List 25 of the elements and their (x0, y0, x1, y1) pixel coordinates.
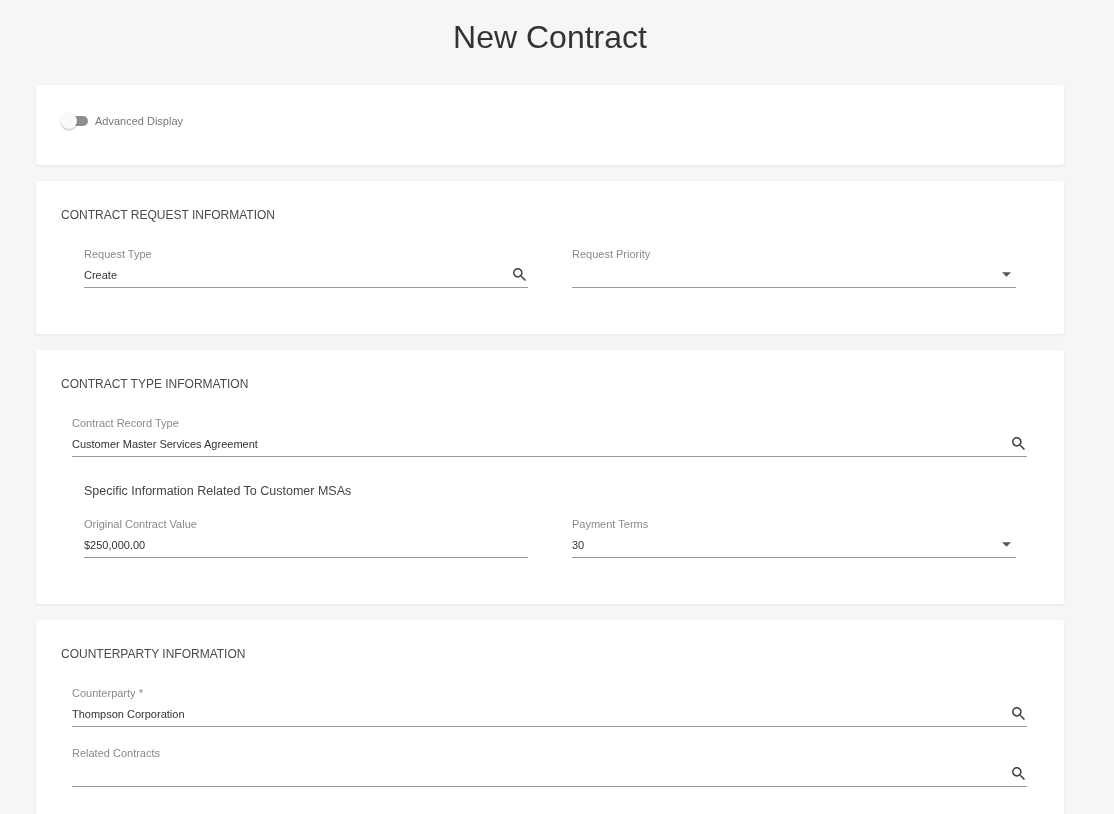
toggle-switch[interactable] (61, 113, 88, 129)
field-label: Request Type (84, 247, 152, 262)
lookup-field[interactable]: Customer Master Services Agreement (72, 431, 1027, 457)
field-label: Original Contract Value (84, 517, 197, 532)
search-icon[interactable] (1012, 767, 1025, 780)
field-label: Counterparty * (72, 686, 143, 701)
field-label: Request Priority (572, 247, 651, 262)
section-heading: CONTRACT REQUEST INFORMATION (61, 207, 276, 223)
search-icon[interactable] (1012, 707, 1025, 720)
search-icon[interactable] (513, 268, 526, 281)
page-title: New Contract (452, 18, 648, 57)
section-heading: COUNTERPARTY INFORMATION (61, 646, 247, 662)
section-heading: CONTRACT TYPE INFORMATION (61, 376, 250, 392)
toggle-label: Advanced Display (95, 115, 184, 127)
field-label: Contract Record Type (72, 416, 179, 431)
caret-icon (1002, 542, 1011, 547)
search-icon[interactable] (1012, 437, 1025, 450)
caret-icon (1002, 272, 1011, 277)
text-field[interactable]: $250,000.00 (84, 532, 528, 558)
field-label: Related Contracts (72, 746, 161, 761)
dropdown-field[interactable]: 30 (572, 532, 1016, 558)
lookup-field[interactable]: Create (84, 262, 528, 288)
subsection-heading: Specific Information Related To Customer MSAs (84, 483, 353, 499)
field-label: Payment Terms (572, 517, 649, 532)
lookup-field[interactable]: Thompson Corporation (72, 701, 1027, 727)
